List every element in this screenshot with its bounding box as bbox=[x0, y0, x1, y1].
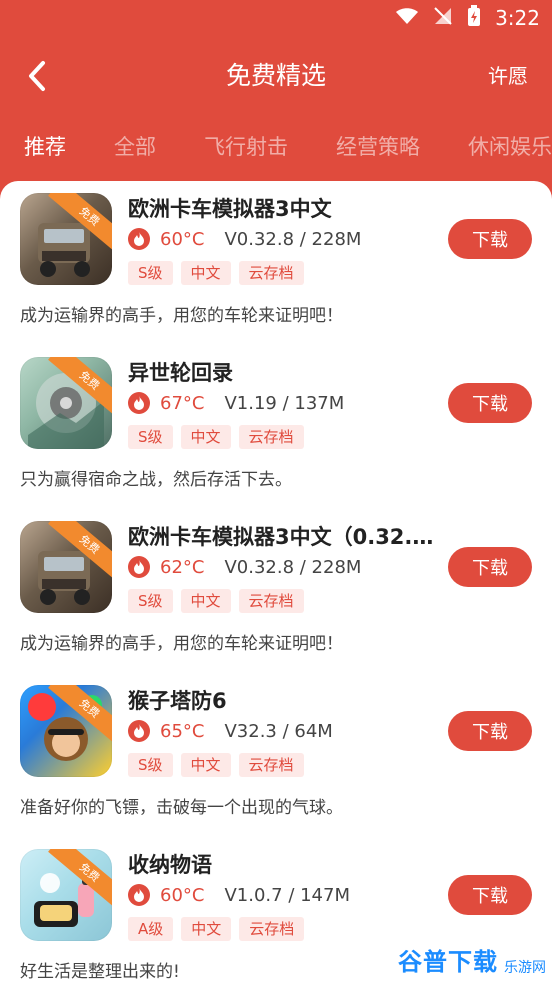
game-icon-truck[interactable]: 免费 bbox=[20, 193, 112, 285]
tab-shooting[interactable]: 飞行射击 bbox=[204, 131, 288, 161]
signal-icon bbox=[433, 6, 453, 31]
game-item[interactable]: 免费 欧洲卡车模拟器3中文 60°C V0.32.8 / 228M S级 中文 … bbox=[0, 181, 552, 345]
game-desc: 只为赢得宿命之战，然后存活下去。 bbox=[20, 470, 292, 490]
version-size: V0.32.8 / 228M bbox=[224, 228, 362, 250]
game-meta: 60°C V1.0.7 / 147M bbox=[128, 881, 350, 909]
watermark: 谷普下载 乐游网 bbox=[376, 933, 546, 977]
tag: 云存档 bbox=[238, 753, 304, 777]
game-desc: 成为运输界的高手，用您的车轮来证明吧！ bbox=[20, 634, 343, 654]
status-time: 3:22 bbox=[495, 6, 540, 30]
game-item[interactable]: 免费 异世轮回录 67°C V1.19 / 137M S级 中文 云存档 下载 … bbox=[0, 345, 552, 509]
game-meta: 62°C V0.32.8 / 228M bbox=[128, 553, 361, 581]
game-title: 欧洲卡车模拟器3中文 bbox=[128, 197, 332, 221]
tag: 中文 bbox=[180, 425, 231, 449]
game-list-panel: 免费 欧洲卡车模拟器3中文 60°C V0.32.8 / 228M S级 中文 … bbox=[0, 181, 552, 983]
wish-button[interactable]: 许愿 bbox=[488, 60, 528, 89]
game-title: 欧洲卡车模拟器3中文（0.32.8... bbox=[128, 525, 438, 549]
tag: 中文 bbox=[180, 753, 231, 777]
version-size: V32.3 / 64M bbox=[224, 720, 333, 742]
status-bar: 3:22 bbox=[0, 0, 552, 36]
flame-icon bbox=[128, 228, 150, 250]
game-title: 异世轮回录 bbox=[128, 361, 233, 385]
tag: 云存档 bbox=[238, 589, 304, 613]
tag: 中文 bbox=[180, 589, 231, 613]
tag: S级 bbox=[128, 261, 173, 285]
tag: 中文 bbox=[180, 261, 231, 285]
tag-list: S级 中文 云存档 bbox=[128, 753, 304, 777]
status-icons: 3:22 bbox=[395, 4, 540, 32]
game-desc: 好生活是整理出来的! bbox=[20, 962, 180, 982]
app-bar: 免费精选 许愿 bbox=[0, 36, 552, 112]
heat-value: 65°C bbox=[160, 720, 205, 742]
download-button[interactable]: 下载 bbox=[448, 711, 532, 751]
tag: 中文 bbox=[181, 917, 232, 941]
heat-value: 60°C bbox=[160, 228, 205, 250]
watermark-text: 谷普下载 bbox=[398, 948, 498, 976]
tab-casual[interactable]: 休闲娱乐 bbox=[468, 131, 552, 161]
game-title: 猴子塔防6 bbox=[128, 689, 227, 713]
tag-list: A级 中文 云存档 bbox=[128, 917, 305, 941]
tag-list: S级 中文 云存档 bbox=[128, 425, 304, 449]
tag-list: S级 中文 云存档 bbox=[128, 261, 304, 285]
game-icon-storage[interactable]: 免费 bbox=[20, 849, 112, 941]
game-meta: 60°C V0.32.8 / 228M bbox=[128, 225, 361, 253]
tag: S级 bbox=[128, 753, 173, 777]
version-size: V0.32.8 / 228M bbox=[224, 556, 362, 578]
tab-strategy[interactable]: 经营策略 bbox=[336, 131, 420, 161]
wifi-icon bbox=[395, 6, 419, 30]
download-button[interactable]: 下载 bbox=[448, 219, 532, 259]
watermark-subtext: 乐游网 bbox=[504, 960, 546, 976]
flame-icon bbox=[128, 556, 150, 578]
game-icon-reincarnation[interactable]: 免费 bbox=[20, 357, 112, 449]
game-meta: 67°C V1.19 / 137M bbox=[128, 389, 344, 417]
version-size: V1.0.7 / 147M bbox=[224, 884, 350, 906]
tag: 云存档 bbox=[238, 261, 304, 285]
tab-all[interactable]: 全部 bbox=[114, 131, 156, 161]
heat-value: 62°C bbox=[160, 556, 205, 578]
category-tabs: 推荐 全部 飞行射击 经营策略 休闲娱乐 bbox=[0, 118, 552, 174]
game-icon-truck[interactable]: 免费 bbox=[20, 521, 112, 613]
game-desc: 成为运输界的高手，用您的车轮来证明吧！ bbox=[20, 306, 343, 326]
download-button[interactable]: 下载 bbox=[448, 383, 532, 423]
page-title: 免费精选 bbox=[225, 61, 326, 90]
flame-icon bbox=[128, 884, 150, 906]
battery-icon bbox=[467, 4, 481, 32]
game-item[interactable]: 免费 猴子塔防6 65°C V32.3 / 64M S级 中文 云存档 下载 准… bbox=[0, 673, 552, 837]
tag: S级 bbox=[128, 589, 173, 613]
heat-value: 67°C bbox=[160, 392, 205, 414]
flame-icon bbox=[128, 720, 150, 742]
tag: S级 bbox=[128, 425, 173, 449]
version-size: V1.19 / 137M bbox=[224, 392, 345, 414]
tag-list: S级 中文 云存档 bbox=[128, 589, 304, 613]
tab-recommend[interactable]: 推荐 bbox=[24, 131, 66, 161]
tag: A级 bbox=[128, 917, 174, 941]
game-item[interactable]: 免费 欧洲卡车模拟器3中文（0.32.8... 62°C V0.32.8 / 2… bbox=[0, 509, 552, 673]
tag: 云存档 bbox=[239, 917, 305, 941]
heat-value: 60°C bbox=[160, 884, 205, 906]
flame-icon bbox=[128, 392, 150, 414]
tag: 云存档 bbox=[238, 425, 304, 449]
game-meta: 65°C V32.3 / 64M bbox=[128, 717, 333, 745]
download-button[interactable]: 下载 bbox=[448, 875, 532, 915]
download-button[interactable]: 下载 bbox=[448, 547, 532, 587]
game-icon-monkey[interactable]: 免费 bbox=[20, 685, 112, 777]
game-desc: 准备好你的飞镖，击破每一个出现的气球。 bbox=[20, 798, 343, 818]
game-title: 收纳物语 bbox=[128, 853, 212, 877]
